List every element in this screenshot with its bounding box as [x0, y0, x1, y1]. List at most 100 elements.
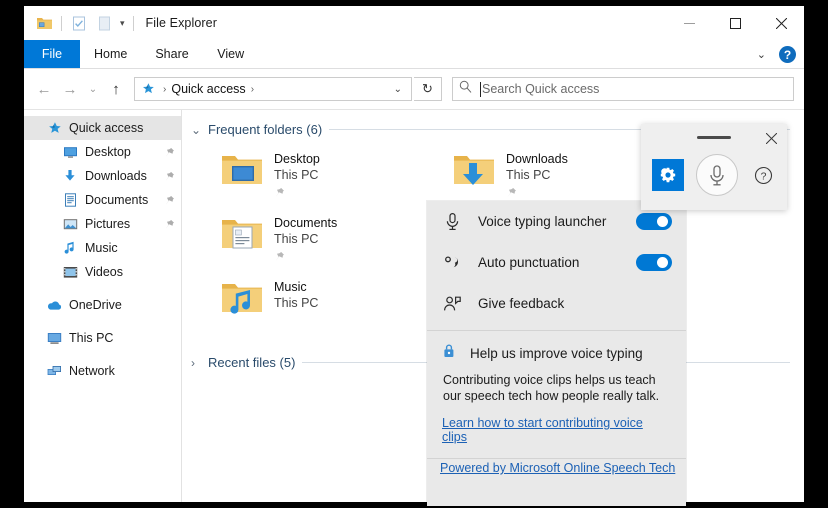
sidebar-item-label: Pictures	[85, 217, 131, 231]
sidebar-gap-2	[24, 317, 181, 326]
toolbar-header	[641, 124, 787, 152]
breadcrumb-quick-access[interactable]: Quick access	[171, 82, 245, 96]
folder-text: Music This PC	[274, 275, 318, 339]
file-explorer-window: ▾ File Explorer File Home Share View ⌄ ?…	[24, 6, 804, 502]
sidebar-item-label: Downloads	[85, 169, 147, 183]
qat-divider	[61, 15, 62, 31]
properties-icon[interactable]	[67, 11, 91, 35]
chevron-down-icon[interactable]: ⌄	[750, 48, 773, 61]
maximize-button[interactable]	[712, 6, 758, 40]
improve-header: Help us improve voice typing	[442, 343, 671, 364]
music-icon	[62, 240, 78, 256]
sidebar-item-desktop[interactable]: Desktop	[24, 140, 181, 164]
folder-name: Documents	[274, 216, 338, 230]
pin-icon[interactable]	[164, 171, 175, 182]
navigation-pane: Quick access Desktop Downloads Documents…	[24, 110, 182, 502]
tab-share[interactable]: Share	[141, 40, 202, 68]
sidebar-item-label: OneDrive	[69, 298, 122, 312]
sidebar-item-quick-access[interactable]: Quick access	[24, 116, 181, 140]
chevron-down-icon[interactable]: ▾	[117, 18, 128, 29]
pin-icon[interactable]	[274, 185, 320, 203]
chevron-down-icon[interactable]: ⌄	[387, 84, 409, 95]
contributing-voice-clips-link[interactable]: Learn how to start contributing voice cl…	[442, 416, 671, 444]
sidebar-item-onedrive[interactable]: OneDrive	[24, 293, 181, 317]
folder-documents-icon	[220, 215, 264, 275]
close-icon[interactable]	[761, 129, 781, 147]
sidebar-item-label: Videos	[85, 265, 123, 279]
folder-name: Music	[274, 280, 307, 294]
window-controls	[666, 6, 804, 40]
improve-voice-typing-section: Help us improve voice typing Contributin…	[427, 331, 686, 444]
network-icon	[46, 363, 62, 379]
frequent-folders-title: Frequent folders (6)	[208, 122, 323, 137]
thispc-icon	[46, 330, 62, 346]
search-input[interactable]: Search Quick access	[480, 81, 599, 97]
back-button[interactable]: ←	[32, 76, 56, 102]
tab-file[interactable]: File	[24, 40, 80, 68]
sidebar-item-videos[interactable]: Videos	[24, 260, 181, 284]
toggle-voice-typing-launcher[interactable]	[636, 213, 672, 230]
folder-location: This PC	[274, 168, 319, 182]
recent-locations-button[interactable]: ⌄	[84, 76, 102, 102]
sidebar-item-documents[interactable]: Documents	[24, 188, 181, 212]
search-box[interactable]: Search Quick access	[452, 77, 794, 101]
pin-star-icon	[46, 120, 62, 136]
documents-icon	[62, 192, 78, 208]
recent-files-title: Recent files (5)	[208, 355, 296, 370]
qat-divider-2	[132, 15, 134, 31]
setting-auto-punctuation[interactable]: Auto punctuation	[427, 242, 686, 283]
toggle-auto-punctuation[interactable]	[636, 254, 672, 271]
refresh-button[interactable]: ↻	[414, 77, 442, 101]
pin-icon[interactable]	[164, 147, 175, 158]
folder-location: This PC	[506, 168, 551, 182]
sidebar-item-this-pc[interactable]: This PC	[24, 326, 181, 350]
forward-button[interactable]: →	[58, 76, 82, 102]
folder-music-icon	[220, 279, 264, 339]
sidebar-item-downloads[interactable]: Downloads	[24, 164, 181, 188]
up-button[interactable]: ↑	[104, 76, 128, 102]
feedback-person-icon	[442, 295, 463, 313]
svg-text:?: ?	[760, 170, 766, 182]
ribbon-tabs: File Home Share View ⌄ ?	[24, 40, 804, 69]
sidebar-item-pictures[interactable]: Pictures	[24, 212, 181, 236]
sidebar-item-label: Desktop	[85, 145, 131, 159]
title-bar: ▾ File Explorer	[24, 6, 804, 40]
pin-icon[interactable]	[164, 219, 175, 230]
setting-give-feedback[interactable]: Give feedback	[427, 283, 686, 324]
powered-by-link[interactable]: Powered by Microsoft Online Speech Tech	[427, 445, 675, 475]
folder-item-music[interactable]: Music This PC	[220, 275, 450, 339]
address-bar[interactable]: › Quick access › ⌄	[134, 77, 412, 101]
breadcrumb-separator-2[interactable]: ›	[246, 84, 259, 95]
voice-typing-toolbar: ?	[641, 124, 787, 210]
tab-home[interactable]: Home	[80, 40, 141, 68]
videos-icon	[62, 264, 78, 280]
voice-settings-button[interactable]	[652, 159, 684, 191]
new-folder-icon[interactable]	[92, 11, 116, 35]
sidebar-item-label: Music	[85, 241, 118, 255]
chevron-down-icon[interactable]: ⌄	[191, 123, 201, 137]
pin-icon[interactable]	[164, 195, 175, 206]
voice-typing-settings-panel: Voice typing launcher Auto punctuation G…	[427, 201, 686, 506]
help-button[interactable]: ?	[779, 46, 796, 63]
minimize-button[interactable]	[666, 6, 712, 40]
breadcrumb-separator: ›	[163, 83, 167, 95]
close-button[interactable]	[758, 6, 804, 40]
drag-handle-icon[interactable]	[697, 136, 731, 139]
folder-icon[interactable]	[32, 11, 56, 35]
ribbon-right-controls: ⌄ ?	[750, 40, 800, 69]
pin-icon[interactable]	[274, 249, 337, 267]
folder-item-desktop[interactable]: Desktop This PC	[220, 147, 450, 211]
sidebar-item-music[interactable]: Music	[24, 236, 181, 260]
tab-view[interactable]: View	[203, 40, 259, 68]
folder-item-documents[interactable]: Documents This PC	[220, 211, 450, 275]
setting-label: Auto punctuation	[478, 255, 580, 270]
microphone-icon	[442, 212, 463, 231]
quick-access-toolbar: ▾	[24, 11, 138, 35]
downloads-icon	[62, 168, 78, 184]
chevron-right-icon[interactable]: ›	[191, 356, 201, 370]
sidebar-item-network[interactable]: Network	[24, 359, 181, 383]
folder-text: Documents This PC	[274, 211, 337, 275]
microphone-button[interactable]	[696, 154, 738, 196]
help-circle-icon[interactable]: ?	[750, 162, 776, 188]
folder-location: This PC	[274, 296, 319, 310]
